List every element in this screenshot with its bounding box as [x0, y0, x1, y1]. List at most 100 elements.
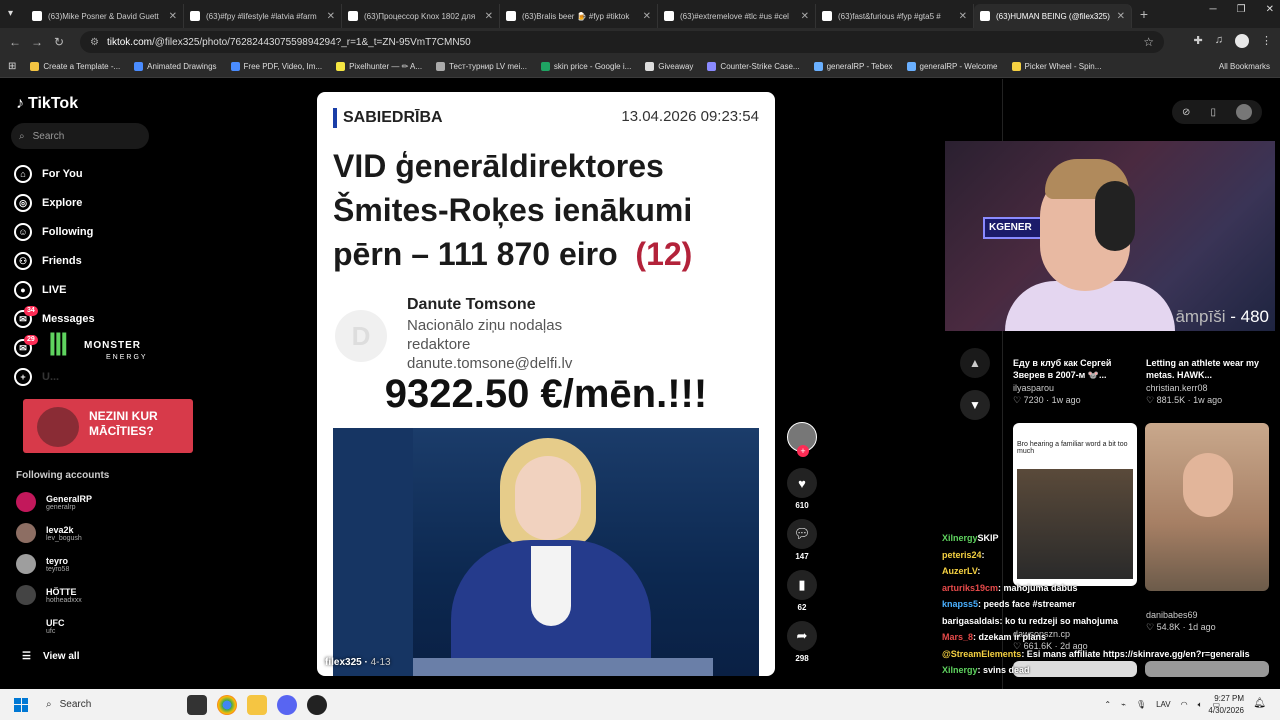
sidebar-item-friends[interactable]: ⚇ Friends	[14, 246, 95, 275]
notifications-icon[interactable]: 🔔︎	[1253, 698, 1266, 709]
previous-post-icon[interactable]: ▲	[960, 348, 990, 378]
bookmark-item[interactable]: generalRP - Tebex	[813, 62, 893, 71]
following-account[interactable]: teyro teyro58	[16, 554, 69, 574]
bookmark-item[interactable]: Counter-Strike Case...	[707, 62, 800, 71]
creator-avatar[interactable]: +	[786, 422, 818, 457]
tab-close-icon[interactable]: ✕	[485, 11, 493, 22]
tab-close-icon[interactable]: ✕	[1117, 11, 1125, 22]
maximize-icon[interactable]: ❐	[1237, 4, 1246, 15]
bookmark-item[interactable]: Pixelhunter — ✏ A...	[336, 62, 422, 71]
search-input[interactable]: ⌕ Search	[11, 123, 149, 149]
tab-close-icon[interactable]: ✕	[643, 11, 651, 22]
volume-icon[interactable]: 🔈︎	[1198, 700, 1203, 710]
tray-overflow-icon[interactable]: ⌃	[1104, 700, 1111, 709]
following-account[interactable]: UFC ufc	[16, 616, 65, 636]
save-button[interactable]: ▮ 62	[786, 570, 818, 612]
bookmark-star-icon[interactable]: ☆	[1143, 35, 1154, 49]
chat-text: :	[981, 549, 985, 560]
streamer-webcam: KGENER āmpīši - 480	[945, 141, 1275, 331]
browser-tab[interactable]: (63)Mike Posner & David Guett ✕	[26, 4, 184, 28]
following-account[interactable]: leva2k lev_bogush	[16, 523, 82, 543]
photo-post[interactable]: SABIEDRĪBA 13.04.2026 09:23:54 VID ģener…	[317, 92, 775, 676]
network-icon[interactable]: ⌁	[1121, 700, 1126, 709]
menu-icon[interactable]: ⋮	[1261, 34, 1272, 48]
top-right-controls: ⊘ ▯	[1172, 100, 1262, 124]
media-icon[interactable]: ♫	[1215, 34, 1223, 48]
account-avatar	[16, 523, 36, 543]
forward-icon[interactable]: →	[26, 35, 48, 49]
bookmark-item[interactable]: Free PDF, Video, Im...	[230, 62, 322, 71]
upload-icon[interactable]: ⊘	[1182, 107, 1190, 118]
bookmark-item[interactable]: skin price - Google i...	[540, 62, 631, 71]
related-card[interactable]: Еду в клуб как Сергей Зверев в 2007-м 🐭.…	[1013, 357, 1137, 406]
file-explorer-icon[interactable]	[247, 694, 267, 715]
bookmark-favicon-icon	[336, 62, 346, 71]
monster-brand: MONSTER	[84, 340, 141, 351]
browser-tab[interactable]: (63)Bralis beer 🍺 #fyp #tiktok ✕	[500, 4, 658, 28]
site-info-icon[interactable]: ⚙	[90, 37, 99, 48]
bookmark-label: Create a Template -...	[43, 62, 121, 71]
bookmark-item[interactable]: generalRP - Welcome	[906, 62, 998, 71]
following-account[interactable]: HÖTTE hotheadxxx	[16, 585, 82, 605]
tab-close-icon[interactable]: ✕	[169, 11, 177, 22]
taskbar-search[interactable]: ⌕ Search	[42, 694, 182, 716]
following-account[interactable]: GeneralRP generalrp	[16, 492, 92, 512]
chrome-icon[interactable]	[217, 694, 237, 715]
tab-search-icon[interactable]: ▾	[8, 8, 13, 19]
follow-plus-icon[interactable]: +	[797, 445, 809, 457]
microphone-icon[interactable]: 🎙︎	[1136, 700, 1146, 709]
bookmark-label: Pixelhunter — ✏ A...	[349, 62, 423, 71]
task-view-icon[interactable]	[187, 694, 207, 715]
bookmark-item[interactable]: Giveaway	[645, 62, 693, 71]
browser-tab[interactable]: (63)fast&furious #fyp #gta5 # ✕	[816, 4, 974, 28]
wifi-icon[interactable]: ◠	[1181, 700, 1188, 709]
browser-tab-active[interactable]: (63)HUMAN BEING (@filex325) ✕	[974, 4, 1132, 28]
extensions-icon[interactable]: ✚	[1194, 34, 1203, 48]
minimize-icon[interactable]: ─	[1210, 4, 1217, 15]
apps-icon[interactable]: ⊞	[8, 61, 16, 72]
bookmark-item[interactable]: Animated Drawings	[134, 62, 217, 71]
discord-icon[interactable]	[277, 694, 297, 715]
bookmark-item[interactable]: Picker Wheel - Spin...	[1011, 62, 1101, 71]
browser-tab[interactable]: (63)#extremelove #tlc #us #cel ✕	[658, 4, 816, 28]
all-bookmarks-button[interactable]: All Bookmarks	[1219, 62, 1270, 71]
browser-tab[interactable]: (63)Процессор Knox 1802 для ✕	[342, 4, 500, 28]
address-bar[interactable]: ⚙ tiktok.com/@filex325/photo/76282443075…	[80, 31, 1164, 53]
sidebar-item-for-you[interactable]: ⌂ For You	[14, 159, 95, 188]
profile-avatar[interactable]	[1235, 34, 1249, 48]
window-controls: ─ ❐ ✕	[1210, 4, 1274, 15]
sidebar-item-live[interactable]: ● LIVE	[14, 275, 95, 304]
person-shirt	[531, 546, 571, 626]
sidebar-item-following[interactable]: ☺ Following	[14, 217, 95, 246]
like-button[interactable]: ♥ 610	[786, 468, 818, 510]
back-icon[interactable]: ←	[4, 35, 26, 49]
language-indicator[interactable]: LAV	[1156, 700, 1171, 709]
next-post-icon[interactable]: ▼	[960, 390, 990, 420]
bookmark-favicon-icon	[436, 62, 446, 71]
related-card[interactable]: Letting an athlete wear my metas. HAWK..…	[1146, 357, 1270, 406]
device-icon[interactable]: ▯	[1210, 107, 1216, 118]
share-button[interactable]: ➦ 298	[786, 621, 818, 663]
comment-icon: 💬︎	[787, 519, 817, 549]
close-window-icon[interactable]: ✕	[1266, 4, 1274, 15]
bookmark-item[interactable]: Тест-турнир LV mei...	[436, 62, 527, 71]
reload-icon[interactable]: ↻	[48, 35, 70, 49]
clock[interactable]: 9:27 PM 4/30/2026	[1208, 693, 1244, 717]
view-all-button[interactable]: ☰ View all	[22, 651, 79, 662]
chat-message: AuzerLV:	[942, 563, 1258, 580]
post-author[interactable]: filex325 · 4-13	[325, 657, 391, 668]
user-avatar[interactable]	[1235, 104, 1252, 120]
browser-tab[interactable]: (63)#fpy #lifestyle #latvia #farm ✕	[184, 4, 342, 28]
ad-banner[interactable]: NEZINI KUR MĀCĪTIES?	[23, 399, 193, 453]
app-icon[interactable]	[307, 694, 327, 715]
tab-close-icon[interactable]: ✕	[959, 11, 967, 22]
new-tab-icon[interactable]: +	[1132, 6, 1156, 22]
comment-button[interactable]: 💬︎ 147	[786, 519, 818, 561]
bookmark-item[interactable]: Create a Template -...	[30, 62, 120, 71]
windows-start-icon[interactable]	[14, 697, 28, 712]
sidebar-item-explore[interactable]: ◎ Explore	[14, 188, 95, 217]
tab-close-icon[interactable]: ✕	[801, 11, 809, 22]
tiktok-logo[interactable]: ♪ TikTok	[16, 95, 78, 113]
tab-close-icon[interactable]: ✕	[327, 11, 335, 22]
url-host: tiktok.com	[106, 36, 152, 48]
